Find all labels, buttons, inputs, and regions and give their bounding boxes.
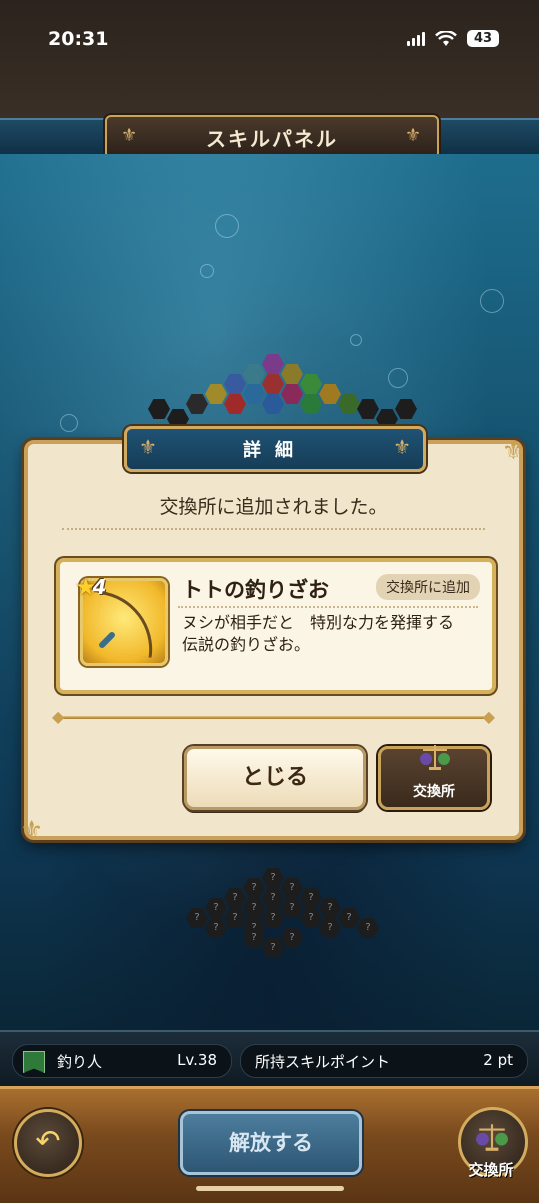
locked-hex[interactable]: ? bbox=[357, 918, 379, 938]
locked-hex[interactable]: ? bbox=[262, 888, 284, 908]
bubble bbox=[350, 334, 362, 346]
locked-hex[interactable]: ? bbox=[243, 878, 265, 898]
skill-points-label: 所持スキルポイント bbox=[255, 1053, 391, 1071]
locked-hex[interactable]: ? bbox=[224, 908, 246, 928]
exchange-button-label: 交換所 bbox=[413, 784, 455, 800]
locked-hex[interactable]: ? bbox=[281, 928, 303, 948]
skill-hex[interactable] bbox=[281, 384, 303, 404]
item-description-line: ヌシが相手だと 特別な力を発揮する bbox=[182, 613, 455, 632]
locked-hex[interactable]: ? bbox=[281, 878, 303, 898]
skill-hex[interactable] bbox=[300, 394, 322, 414]
page-title: スキルパネル bbox=[206, 126, 338, 151]
locked-hex[interactable]: ? bbox=[243, 898, 265, 918]
rarity-badge: ★ 4 bbox=[75, 573, 106, 601]
fleur-ornament-icon: ⚜ bbox=[139, 435, 157, 459]
info-bar: 釣り人 Lv.38 所持スキルポイント 2 pt bbox=[0, 1030, 539, 1088]
bubble bbox=[200, 264, 214, 278]
skill-hex[interactable] bbox=[357, 399, 379, 419]
skill-hex[interactable] bbox=[262, 354, 284, 374]
release-button[interactable]: 解放する bbox=[180, 1111, 362, 1175]
skill-hex[interactable] bbox=[148, 399, 170, 419]
job-flag-icon bbox=[23, 1051, 45, 1073]
fleur-ornament-icon: ⚜ bbox=[404, 125, 423, 146]
ornate-divider: ◆ ◆ bbox=[52, 707, 495, 726]
item-description-line: 伝説の釣りざお。 bbox=[182, 635, 311, 654]
locked-hex[interactable]: ? bbox=[205, 918, 227, 938]
exchange-shortcut-label: 交換所 bbox=[468, 1161, 514, 1179]
job-name: 釣り人 bbox=[57, 1053, 103, 1071]
back-arrow-icon: ↶ bbox=[35, 1124, 61, 1159]
skill-hex[interactable] bbox=[224, 374, 246, 394]
rarity-value: 4 bbox=[92, 575, 107, 599]
signal-icon bbox=[407, 31, 425, 46]
home-indicator[interactable] bbox=[196, 1186, 344, 1191]
status-icons: 43 bbox=[407, 30, 499, 47]
skill-hex[interactable] bbox=[243, 364, 265, 384]
item-description: ヌシが相手だと 特別な力を発揮する 伝説の釣りざお。 bbox=[182, 612, 482, 656]
skill-hex[interactable] bbox=[262, 374, 284, 394]
exchange-button[interactable]: 交換所 bbox=[378, 745, 490, 810]
locked-hex[interactable]: ? bbox=[338, 908, 360, 928]
corner-ornament-icon: ⚜ bbox=[501, 436, 525, 466]
locked-hex[interactable]: ? bbox=[300, 908, 322, 928]
dialog-message: 交換所に追加されました。 bbox=[159, 496, 388, 518]
locked-hex[interactable]: ? bbox=[224, 888, 246, 908]
locked-hex[interactable]: ? bbox=[300, 888, 322, 908]
skill-hex[interactable] bbox=[224, 394, 246, 414]
detail-dialog: ⚜ 詳細 ⚜ ⚜ ⚜ 交換所に追加されました。 ★ 4 トトの釣りざお 交換所に… bbox=[20, 426, 525, 846]
skill-hex[interactable] bbox=[262, 394, 284, 414]
skill-hex[interactable] bbox=[243, 384, 265, 404]
job-info: 釣り人 Lv.38 bbox=[12, 1044, 232, 1078]
skill-hex[interactable] bbox=[281, 364, 303, 384]
status-time: 20:31 bbox=[48, 28, 109, 50]
locked-hex[interactable]: ? bbox=[186, 908, 208, 928]
locked-hex[interactable]: ? bbox=[281, 898, 303, 918]
page-title-plate: ⚜ スキルパネル ⚜ bbox=[105, 115, 439, 159]
close-button[interactable]: とじる bbox=[184, 746, 366, 810]
battery-icon: 43 bbox=[467, 30, 499, 47]
back-button[interactable]: ↶ bbox=[14, 1109, 82, 1177]
locked-hex[interactable]: ? bbox=[319, 918, 341, 938]
skill-hex[interactable] bbox=[186, 394, 208, 414]
item-card: ★ 4 トトの釣りざお 交換所に追加 ヌシが相手だと 特別な力を発揮する 伝説の… bbox=[56, 558, 496, 694]
skill-hex[interactable] bbox=[338, 394, 360, 414]
skill-hex[interactable] bbox=[395, 399, 417, 419]
bubble bbox=[215, 214, 239, 238]
top-frame: 20:31 43 bbox=[0, 0, 539, 118]
scale-icon bbox=[476, 1124, 508, 1151]
skill-hex[interactable] bbox=[300, 374, 322, 394]
fleur-ornament-icon: ⚜ bbox=[121, 125, 140, 146]
job-level: Lv.38 bbox=[177, 1051, 217, 1069]
fleur-ornament-icon: ⚜ bbox=[393, 435, 411, 459]
wifi-icon bbox=[435, 30, 457, 46]
locked-hex[interactable]: ? bbox=[262, 908, 284, 928]
skill-hex[interactable] bbox=[205, 384, 227, 404]
bubble bbox=[60, 414, 78, 432]
added-badge: 交換所に追加 bbox=[376, 574, 480, 600]
scale-icon bbox=[420, 745, 450, 770]
locked-hex[interactable]: ? bbox=[262, 868, 284, 888]
skill-points-info: 所持スキルポイント 2 pt bbox=[240, 1044, 528, 1078]
locked-hex[interactable]: ? bbox=[319, 898, 341, 918]
locked-hex[interactable]: ? bbox=[262, 938, 284, 958]
item-name: トトの釣りざお bbox=[182, 578, 329, 602]
locked-hex[interactable]: ? bbox=[205, 898, 227, 918]
dialog-title: 詳細 bbox=[243, 440, 307, 461]
item-divider bbox=[178, 606, 478, 608]
dialog-header: ⚜ 詳細 ⚜ bbox=[124, 426, 426, 472]
corner-ornament-icon: ⚜ bbox=[20, 816, 44, 846]
dotted-divider bbox=[62, 528, 485, 530]
bubble bbox=[480, 289, 504, 313]
bubble bbox=[388, 368, 408, 388]
item-icon: ★ 4 bbox=[75, 573, 168, 666]
skill-hex[interactable] bbox=[319, 384, 341, 404]
skill-points-value: 2 pt bbox=[483, 1051, 513, 1069]
